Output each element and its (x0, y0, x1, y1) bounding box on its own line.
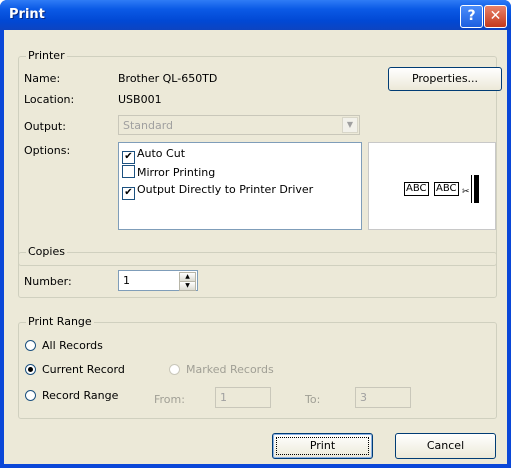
printer-name-value: Brother QL-650TD (118, 72, 218, 85)
cancel-button[interactable]: Cancel (395, 433, 496, 459)
to-input[interactable]: 3 (355, 387, 411, 408)
all-records-label[interactable]: All Records (42, 339, 103, 352)
printer-legend: Printer (26, 49, 67, 62)
print-range-legend: Print Range (26, 315, 94, 328)
auto-cut-checkbox[interactable]: ✔ (122, 151, 135, 164)
from-label: From: (154, 393, 185, 406)
close-icon: ✕ (489, 8, 502, 24)
preview-label-1: ABC (404, 182, 429, 196)
scissors-icon: ✂ (462, 187, 470, 197)
tape-edge (472, 175, 479, 203)
window-title: Print (9, 7, 45, 22)
help-icon: ? (467, 8, 476, 24)
preview-label-2: ABC (434, 182, 459, 196)
close-button[interactable]: ✕ (484, 5, 507, 28)
cut-preview: ABC ABC ✂ (368, 142, 496, 230)
output-select-value: Standard (123, 119, 174, 132)
chevron-down-icon: ▼ (342, 117, 358, 133)
properties-button-label: Properties... (411, 72, 479, 85)
record-range-radio[interactable] (25, 390, 36, 401)
copies-number-spinner[interactable]: 1 ▲ ▼ (118, 270, 198, 291)
current-record-label[interactable]: Current Record (42, 363, 125, 376)
option-auto-cut[interactable]: ✔ Auto Cut (122, 147, 185, 164)
auto-cut-label: Auto Cut (137, 147, 186, 160)
print-dialog-window: Print ? ✕ Printer Name: Brother QL-650TD… (0, 0, 511, 468)
help-button[interactable]: ? (460, 5, 483, 28)
mirror-printing-checkbox[interactable] (122, 165, 135, 178)
copies-number-value: 1 (123, 274, 130, 287)
copies-group: Copies (18, 245, 497, 298)
current-record-radio[interactable] (25, 364, 36, 375)
printer-name-label: Name: (24, 72, 61, 85)
option-output-directly[interactable]: ✔ Output Directly to Printer Driver (122, 183, 313, 200)
copies-legend: Copies (26, 245, 67, 258)
from-input[interactable]: 1 (215, 387, 271, 408)
output-directly-checkbox[interactable]: ✔ (122, 187, 135, 200)
spin-down-icon[interactable]: ▼ (179, 281, 196, 291)
output-select[interactable]: Standard ▼ (118, 115, 360, 135)
title-bar[interactable]: Print ? ✕ (0, 0, 511, 30)
all-records-radio[interactable] (25, 340, 36, 351)
cancel-button-label: Cancel (426, 439, 465, 452)
marked-records-label[interactable]: Marked Records (186, 363, 274, 376)
output-directly-label: Output Directly to Printer Driver (137, 183, 314, 196)
record-range-label[interactable]: Record Range (42, 389, 118, 402)
options-label: Options: (24, 144, 71, 157)
options-list: ✔ Auto Cut Mirror Printing ✔ Output Direct… (118, 142, 362, 230)
copies-number-label: Number: (24, 275, 72, 288)
output-label: Output: (24, 120, 66, 133)
dialog-body: Printer Name: Brother QL-650TD Location:… (4, 30, 507, 464)
marked-records-radio[interactable] (169, 364, 180, 375)
to-value: 3 (360, 391, 367, 404)
to-label: To: (305, 393, 321, 406)
properties-button[interactable]: Properties... (388, 67, 502, 91)
from-value: 1 (220, 391, 227, 404)
mirror-printing-label: Mirror Printing (137, 166, 216, 179)
printer-location-label: Location: (24, 93, 75, 106)
option-mirror-printing[interactable]: Mirror Printing (122, 165, 215, 179)
focus-ring (276, 437, 369, 455)
print-button[interactable]: Print (272, 433, 373, 459)
printer-location-value: USB001 (118, 93, 162, 106)
